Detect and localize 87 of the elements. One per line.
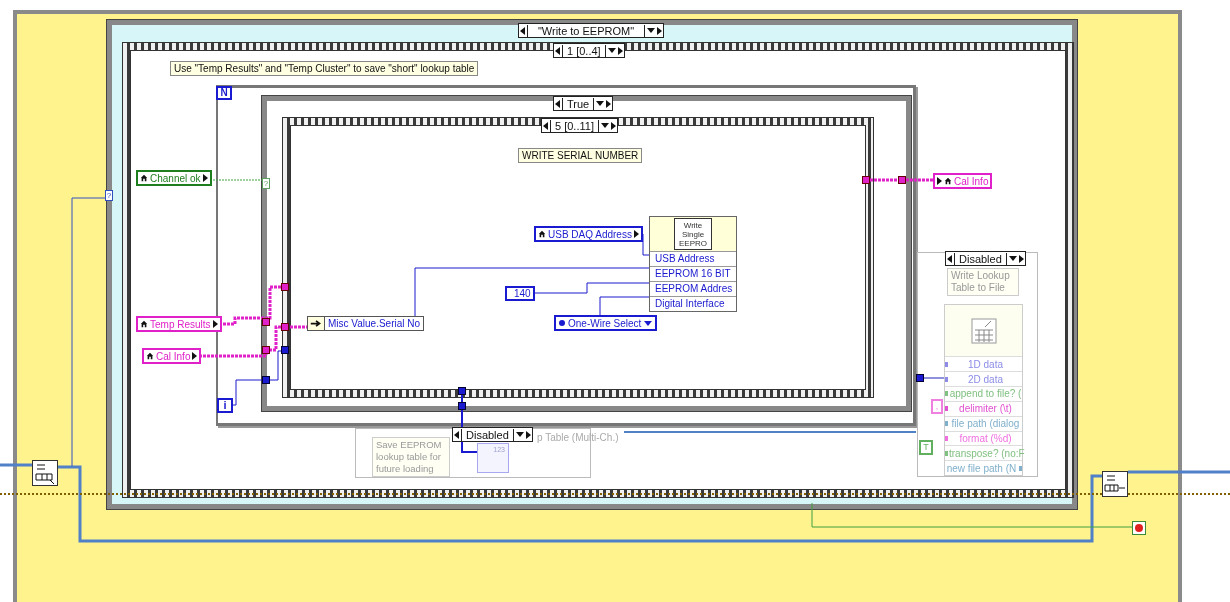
decrement-arrow-icon[interactable]	[555, 46, 560, 55]
tunnel-icon	[916, 374, 924, 382]
terminal-label: EEPROM Addres	[650, 281, 736, 296]
numeric-constant: 140	[505, 286, 535, 301]
local-variable[interactable]: Temp Results	[136, 316, 222, 332]
output-arrow-icon	[633, 230, 639, 238]
terminal-label: EEPROM 16 BIT	[650, 266, 736, 281]
decrement-arrow-icon[interactable]	[947, 254, 952, 263]
sequence-selector[interactable]: 5 [0..11]	[541, 118, 618, 133]
stop-terminal-icon	[1132, 521, 1146, 535]
unbundle-node[interactable]: Misc Value.Serial No	[307, 316, 425, 331]
comment: WRITE SERIAL NUMBER	[518, 148, 643, 163]
write-spreadsheet-node[interactable]: 1D data 2D data append to file? ( delimiter (\t) file path (dialog format (%d) transpose? (no:F new file path (N	[944, 304, 1023, 476]
increment-arrow-icon[interactable]	[606, 99, 612, 108]
terminal-label: new file path (N	[945, 461, 1018, 475]
comment: Save EEPROM lookup table for future loading	[372, 437, 450, 477]
count-terminal: N	[216, 86, 232, 100]
tunnel-icon	[281, 346, 289, 354]
local-label: Cal Info	[954, 175, 989, 187]
local-variable[interactable]: Channel ok	[136, 170, 212, 186]
constant: T	[919, 440, 933, 455]
local-variable[interactable]: Cal Info	[142, 348, 202, 364]
terminal-label: format (%d)	[958, 431, 1013, 445]
terminal-label: 2D data	[967, 372, 1004, 386]
terminal-label: delimiter (\t)	[958, 402, 1013, 416]
increment-arrow-icon[interactable]	[1018, 254, 1024, 263]
house-icon	[140, 320, 148, 328]
constant: ,	[931, 399, 943, 414]
dequeue-node-icon[interactable]	[32, 460, 58, 486]
local-label: Cal Info	[156, 350, 191, 362]
wire	[642, 233, 650, 256]
sequence-selector[interactable]: 1 [0..4]	[553, 43, 625, 58]
terminal-label: file path (dialog	[950, 417, 1021, 431]
terminal-label: 1D data	[967, 357, 1004, 371]
subvi-node[interactable]: Write Single EEPRO USB Address EEPROM 16 BIT EEPROM Addres Digital Interface	[649, 216, 737, 312]
terminal-label: transpose? (no:F	[949, 446, 1025, 460]
output-arrow-icon	[212, 320, 218, 328]
selector-terminal: ?	[105, 190, 113, 201]
tunnel-icon	[281, 283, 289, 291]
increment-arrow-icon[interactable]	[610, 121, 616, 130]
element-label: Misc Value.Serial No	[327, 317, 422, 330]
house-icon	[944, 177, 952, 185]
local-label: Temp Results	[150, 318, 211, 330]
terminal-label: append to file? (	[949, 387, 1022, 401]
dropdown-arrow-icon[interactable]	[647, 28, 655, 33]
increment-arrow-icon[interactable]	[525, 430, 531, 439]
enum-constant[interactable]: One-Wire Select	[554, 315, 658, 331]
case-selector[interactable]: True	[553, 96, 614, 111]
output-arrow-icon	[192, 352, 198, 360]
output-arrow-icon	[202, 174, 208, 182]
dropdown-arrow-icon[interactable]	[515, 432, 524, 437]
comment: Use "Temp Results" and "Temp Cluster" to save "short" lookup table	[170, 61, 479, 76]
tunnel-icon	[862, 176, 870, 184]
dropdown-arrow-icon[interactable]	[1008, 256, 1017, 261]
dropdown-arrow-icon[interactable]	[607, 48, 616, 53]
house-icon	[146, 352, 154, 360]
local-variable[interactable]: USB DAQ Address	[534, 226, 643, 242]
tunnel-icon	[262, 318, 270, 326]
case-selector[interactable]: "Write to EEPROM"	[518, 23, 664, 38]
dropdown-arrow-icon[interactable]	[596, 101, 605, 106]
terminal-label: Digital Interface	[650, 296, 736, 311]
increment-arrow-icon[interactable]	[617, 46, 623, 55]
decrement-arrow-icon[interactable]	[520, 26, 525, 35]
tunnel-icon	[281, 323, 289, 331]
house-icon	[538, 230, 546, 238]
icon-caption: Write	[683, 220, 703, 230]
local-label: Channel ok	[150, 172, 201, 184]
local-variable[interactable]: Cal Info	[933, 173, 993, 189]
spreadsheet-icon	[970, 317, 997, 344]
tunnel-icon	[898, 176, 906, 184]
tunnel-icon	[262, 376, 270, 384]
enqueue-node-icon[interactable]	[1102, 471, 1128, 497]
comment: Write Lookup Table to File	[947, 268, 1019, 296]
terminal-label: USB Address	[650, 251, 736, 266]
iteration-terminal: i	[217, 398, 233, 413]
house-icon	[140, 174, 148, 182]
icon-caption: EEPRO	[679, 238, 707, 248]
wire	[0, 463, 32, 467]
local-label: USB DAQ Address	[548, 228, 632, 240]
dropdown-arrow-icon[interactable]	[644, 320, 653, 326]
dropdown-arrow-icon[interactable]	[600, 123, 609, 128]
decrement-arrow-icon[interactable]	[555, 99, 560, 108]
increment-arrow-icon[interactable]	[657, 26, 662, 35]
icon-caption: Single	[681, 229, 705, 239]
tunnel-icon	[262, 346, 270, 354]
decrement-arrow-icon[interactable]	[543, 121, 548, 130]
selector-terminal: ?	[262, 178, 270, 189]
